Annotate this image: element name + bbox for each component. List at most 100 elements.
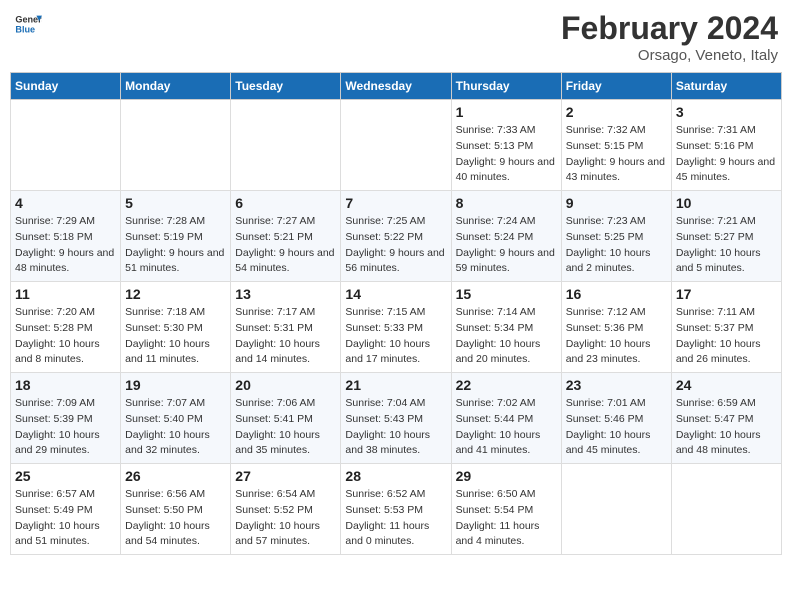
day-cell: 4 Sunrise: 7:29 AMSunset: 5:18 PMDaylight… (11, 191, 121, 282)
day-number: 8 (456, 195, 557, 211)
sunset-text: Sunset: 5:21 PM (235, 230, 336, 246)
day-number: 20 (235, 377, 336, 393)
daylight-text: Daylight: 9 hours and 59 minutes. (456, 246, 557, 278)
sunset-text: Sunset: 5:41 PM (235, 412, 336, 428)
sunset-text: Sunset: 5:53 PM (345, 503, 446, 519)
day-info: Sunrise: 7:06 AMSunset: 5:41 PMDaylight:… (235, 396, 336, 459)
daylight-text: Daylight: 9 hours and 54 minutes. (235, 246, 336, 278)
day-cell: 10Sunrise: 7:21 AMSunset: 5:27 PMDayligh… (671, 191, 781, 282)
sunset-text: Sunset: 5:25 PM (566, 230, 667, 246)
week-row-3: 11 Sunrise: 7:20 AMSunset: 5:28 PMDayligh… (11, 282, 782, 373)
day-info: Sunrise: 6:52 AMSunset: 5:53 PMDaylight:… (345, 487, 446, 550)
sunset-text: Sunset: 5:40 PM (125, 412, 226, 428)
sunrise-text: Sunrise: 7:06 AM (235, 396, 336, 412)
sunset-text: Sunset: 5:18 PM (15, 230, 116, 246)
sunset-text: Sunset: 5:31 PM (235, 321, 336, 337)
day-number: 13 (235, 286, 336, 302)
page-header: General Blue February 2024 Orsago, Venet… (10, 10, 782, 64)
calendar-table: SundayMondayTuesdayWednesdayThursdayFrid… (10, 72, 782, 555)
day-number: 25 (15, 468, 116, 484)
daylight-text: Daylight: 11 hours and 0 minutes. (345, 519, 446, 551)
day-number: 10 (676, 195, 777, 211)
day-number: 9 (566, 195, 667, 211)
daylight-text: Daylight: 9 hours and 56 minutes. (345, 246, 446, 278)
sunrise-text: Sunrise: 7:20 AM (15, 305, 116, 321)
daylight-text: Daylight: 10 hours and 38 minutes. (345, 428, 446, 460)
sunset-text: Sunset: 5:44 PM (456, 412, 557, 428)
day-number: 17 (676, 286, 777, 302)
day-number: 11 (15, 286, 116, 302)
day-info: Sunrise: 7:14 AMSunset: 5:34 PMDaylight:… (456, 305, 557, 368)
sunset-text: Sunset: 5:43 PM (345, 412, 446, 428)
day-info: Sunrise: 7:23 AMSunset: 5:25 PMDaylight:… (566, 214, 667, 277)
day-info: Sunrise: 7:09 AMSunset: 5:39 PMDaylight:… (15, 396, 116, 459)
day-number: 2 (566, 104, 667, 120)
day-cell: 17 Sunrise: 7:11 AMSunset: 5:37 PMDayligh… (671, 282, 781, 373)
sunset-text: Sunset: 5:50 PM (125, 503, 226, 519)
day-info: Sunrise: 6:54 AMSunset: 5:52 PMDaylight:… (235, 487, 336, 550)
day-cell (561, 464, 671, 555)
sunset-text: Sunset: 5:49 PM (15, 503, 116, 519)
day-cell: 25 Sunrise: 6:57 AMSunset: 5:49 PMDayligh… (11, 464, 121, 555)
sunset-text: Sunset: 5:15 PM (566, 139, 667, 155)
sunrise-text: Sunrise: 7:29 AM (15, 214, 116, 230)
sunset-text: Sunset: 5:36 PM (566, 321, 667, 337)
day-number: 18 (15, 377, 116, 393)
day-cell: 2Sunrise: 7:32 AMSunset: 5:15 PMDaylight… (561, 100, 671, 191)
sunset-text: Sunset: 5:39 PM (15, 412, 116, 428)
sunrise-text: Sunrise: 7:24 AM (456, 214, 557, 230)
day-info: Sunrise: 7:07 AMSunset: 5:40 PMDaylight:… (125, 396, 226, 459)
day-number: 7 (345, 195, 446, 211)
sunrise-text: Sunrise: 7:33 AM (456, 123, 557, 139)
day-info: Sunrise: 6:57 AMSunset: 5:49 PMDaylight:… (15, 487, 116, 550)
column-header-thursday: Thursday (451, 73, 561, 100)
day-info: Sunrise: 7:11 AMSunset: 5:37 PMDaylight:… (676, 305, 777, 368)
sunrise-text: Sunrise: 6:56 AM (125, 487, 226, 503)
day-number: 12 (125, 286, 226, 302)
day-cell: 13Sunrise: 7:17 AMSunset: 5:31 PMDayligh… (231, 282, 341, 373)
sunrise-text: Sunrise: 7:28 AM (125, 214, 226, 230)
sunrise-text: Sunrise: 6:59 AM (676, 396, 777, 412)
sunrise-text: Sunrise: 7:02 AM (456, 396, 557, 412)
logo: General Blue (14, 10, 42, 38)
day-info: Sunrise: 7:29 AMSunset: 5:18 PMDaylight:… (15, 214, 116, 277)
day-info: Sunrise: 7:18 AMSunset: 5:30 PMDaylight:… (125, 305, 226, 368)
sunrise-text: Sunrise: 7:21 AM (676, 214, 777, 230)
column-header-friday: Friday (561, 73, 671, 100)
day-number: 1 (456, 104, 557, 120)
day-cell: 1Sunrise: 7:33 AMSunset: 5:13 PMDaylight… (451, 100, 561, 191)
daylight-text: Daylight: 10 hours and 35 minutes. (235, 428, 336, 460)
sunset-text: Sunset: 5:19 PM (125, 230, 226, 246)
day-number: 6 (235, 195, 336, 211)
sunrise-text: Sunrise: 7:04 AM (345, 396, 446, 412)
day-cell: 14Sunrise: 7:15 AMSunset: 5:33 PMDayligh… (341, 282, 451, 373)
week-row-2: 4Sunrise: 7:29 AMSunset: 5:18 PMDaylight… (11, 191, 782, 282)
day-number: 4 (15, 195, 116, 211)
daylight-text: Daylight: 10 hours and 32 minutes. (125, 428, 226, 460)
day-number: 26 (125, 468, 226, 484)
sunset-text: Sunset: 5:13 PM (456, 139, 557, 155)
sunset-text: Sunset: 5:54 PM (456, 503, 557, 519)
daylight-text: Daylight: 9 hours and 48 minutes. (15, 246, 116, 278)
day-cell: 20 Sunrise: 7:06 AMSunset: 5:41 PMDayligh… (231, 373, 341, 464)
day-cell: 19 Sunrise: 7:07 AMSunset: 5:40 PMDayligh… (121, 373, 231, 464)
sunset-text: Sunset: 5:52 PM (235, 503, 336, 519)
day-number: 24 (676, 377, 777, 393)
title-block: February 2024 Orsago, Veneto, Italy (561, 10, 778, 64)
day-cell: 27Sunrise: 6:54 AMSunset: 5:52 PMDayligh… (231, 464, 341, 555)
sunrise-text: Sunrise: 6:52 AM (345, 487, 446, 503)
sunrise-text: Sunrise: 7:27 AM (235, 214, 336, 230)
daylight-text: Daylight: 10 hours and 51 minutes. (15, 519, 116, 551)
day-info: Sunrise: 7:20 AMSunset: 5:28 PMDaylight:… (15, 305, 116, 368)
svg-text:Blue: Blue (15, 24, 35, 34)
day-number: 19 (125, 377, 226, 393)
day-cell: 12 Sunrise: 7:18 AMSunset: 5:30 PMDayligh… (121, 282, 231, 373)
column-header-saturday: Saturday (671, 73, 781, 100)
day-cell: 28Sunrise: 6:52 AMSunset: 5:53 PMDayligh… (341, 464, 451, 555)
sunrise-text: Sunrise: 7:09 AM (15, 396, 116, 412)
main-title: February 2024 (561, 10, 778, 47)
day-cell: 5Sunrise: 7:28 AMSunset: 5:19 PMDaylight… (121, 191, 231, 282)
sunrise-text: Sunrise: 7:15 AM (345, 305, 446, 321)
day-cell: 22Sunrise: 7:02 AMSunset: 5:44 PMDayligh… (451, 373, 561, 464)
week-row-4: 18Sunrise: 7:09 AMSunset: 5:39 PMDayligh… (11, 373, 782, 464)
